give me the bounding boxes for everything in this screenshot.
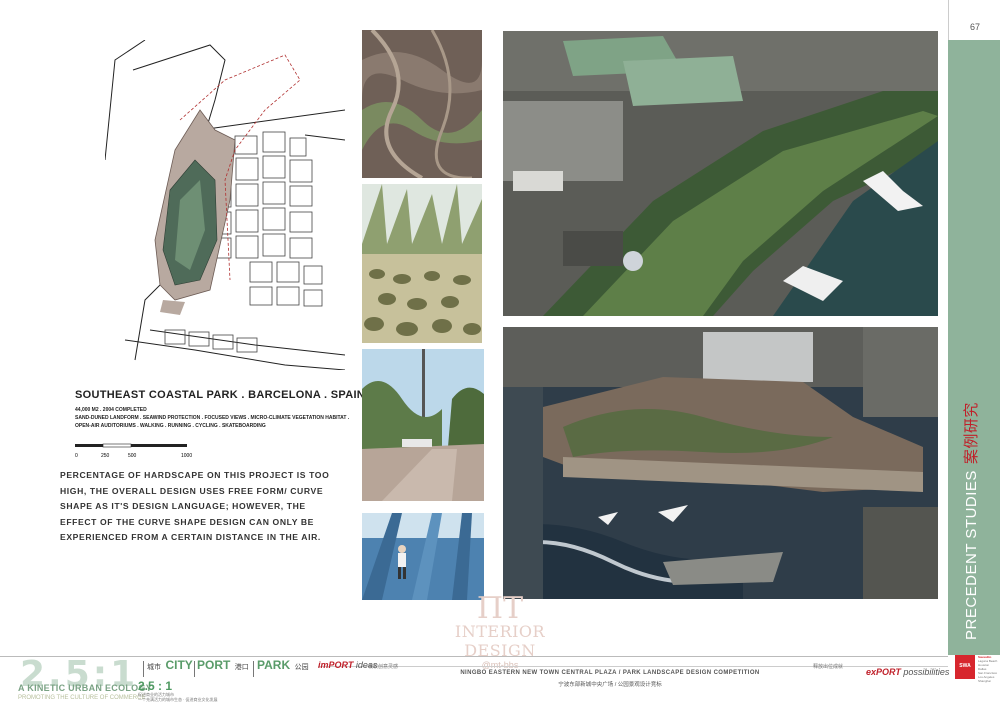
footer-top-rule: [0, 656, 948, 657]
page-number-box: 67: [948, 0, 1000, 40]
section-title-cn: 案例研究: [963, 402, 980, 465]
aerial-plan-photo: [503, 327, 938, 599]
footer-mid-rule: [318, 666, 948, 667]
nav-port-en: PORT: [197, 658, 231, 672]
nav-city: 城市 CITY: [147, 656, 193, 678]
export-label: exPORT possibilities: [866, 667, 950, 677]
export-caption: 释放出位成就: [813, 664, 844, 670]
walkway-photo: [362, 349, 484, 501]
project-info: 44,000 M2 . 2004 COMPLETED SAND-DUNED LA…: [75, 407, 350, 429]
office-list: Sausalito Laguna Beach Houston Dallas Sa…: [978, 655, 998, 683]
scale-label-0: 0: [75, 453, 78, 459]
nav-port-cn: 港口: [234, 664, 249, 671]
aerial-detail-photo: [362, 30, 482, 178]
import-caption: 吸收创意灵感: [368, 664, 399, 670]
project-title: SOUTHEAST COASTAL PARK . BARCELONA . SPA…: [75, 389, 366, 401]
competition-title: NINGBO EASTERN NEW TOWN CENTRAL PLAZA / …: [460, 670, 760, 676]
site-plan-map: [104, 39, 346, 371]
subline: PROMOTING THE CULTURE OF COMMERCE: [18, 695, 146, 701]
skateboard-surface-photo: [362, 513, 484, 600]
nav-divider: [253, 661, 254, 677]
nav-park-en: PARK: [257, 658, 291, 672]
scale-label-3: 1000: [181, 453, 192, 459]
nav-port: PORT 港口: [197, 656, 249, 678]
section-title: PRECEDENT STUDIES 案例研究: [960, 402, 981, 640]
scale-label-1: 250: [101, 453, 110, 459]
swa-logo: SWA: [955, 655, 975, 679]
watermark-logo: ПТ: [476, 591, 524, 626]
nav-divider: [143, 661, 144, 677]
competition-title-cn: 宁波东部新城中央广场 / 公园景观设计竞标: [558, 682, 662, 688]
ratio-small: 2.5 : 1: [138, 679, 173, 693]
section-title-en: PRECEDENT STUDIES: [963, 470, 980, 640]
scale-bar: 0 250 500 1000: [75, 440, 205, 462]
grass-planting-photo: [362, 184, 482, 343]
nav-divider: [194, 661, 195, 677]
ratio-caption: 促进商业的活力城市 一个充满活力的城市生态 · 促进商业文化发展: [138, 692, 218, 702]
nav-city-en: CITY: [165, 658, 193, 672]
nav-city-cn: 城市: [147, 664, 161, 671]
page-number: 67: [969, 22, 980, 32]
aerial-oblique-photo: [503, 31, 938, 316]
project-description: Percentage of hardscape on this project …: [60, 470, 330, 542]
nav-park: PARK 公园: [257, 656, 309, 678]
tagline: A KINETIC URBAN ECOLOGY: [18, 683, 153, 693]
scale-label-2: 500: [128, 453, 137, 459]
nav-park-cn: 公园: [294, 664, 309, 671]
